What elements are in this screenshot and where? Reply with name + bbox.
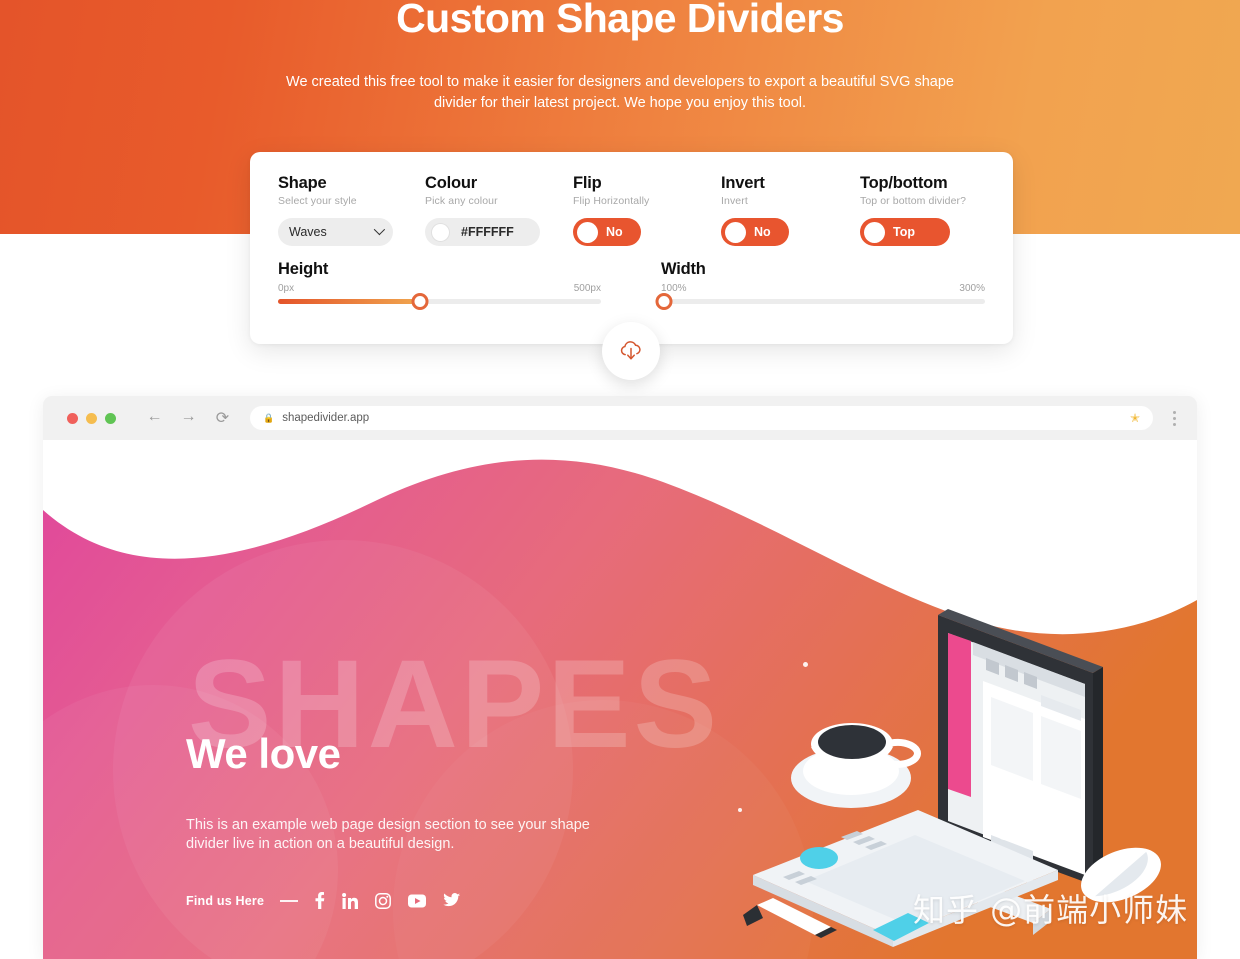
control-flip: Flip Flip Horizontally No bbox=[573, 174, 649, 248]
address-bar-url: shapedivider.app bbox=[282, 412, 370, 424]
colour-label: Colour bbox=[425, 174, 477, 192]
height-label: Height bbox=[278, 260, 329, 278]
preview-viewport: SHAPES We love This is an example web pa… bbox=[43, 440, 1197, 959]
width-label: Width bbox=[661, 260, 706, 278]
find-us-label: Find us Here bbox=[186, 893, 265, 908]
twitter-icon[interactable] bbox=[443, 893, 461, 908]
topbottom-toggle[interactable]: Top bbox=[860, 218, 950, 246]
preview-headline: We love bbox=[186, 730, 341, 777]
address-bar[interactable]: 🔒 shapedivider.app ✭ bbox=[250, 406, 1153, 430]
browser-mockup: ← → ⟳ 🔒 shapedivider.app ✭ SHAPES We lov… bbox=[43, 396, 1197, 959]
control-topbottom: Top/bottom Top or bottom divider? Top bbox=[860, 174, 966, 248]
traffic-lights bbox=[67, 412, 116, 424]
height-slider[interactable] bbox=[278, 293, 601, 310]
instagram-icon[interactable] bbox=[375, 892, 392, 909]
colour-hint: Pick any colour bbox=[425, 195, 498, 207]
arrow-left-icon[interactable]: ← bbox=[146, 408, 163, 428]
flip-toggle-knob bbox=[577, 221, 598, 243]
browser-chrome: ← → ⟳ 🔒 shapedivider.app ✭ bbox=[43, 396, 1197, 440]
topbottom-toggle-value: Top bbox=[893, 225, 915, 239]
width-range-labels: 100% 300% bbox=[661, 283, 985, 294]
control-height: Height 0px 500px bbox=[278, 260, 601, 310]
page-title: Custom Shape Dividers bbox=[396, 0, 844, 41]
page-subtitle: We created this free tool to make it eas… bbox=[286, 74, 954, 111]
width-max-label: 300% bbox=[959, 283, 985, 294]
maximize-window-icon[interactable] bbox=[105, 412, 116, 424]
reload-icon[interactable]: ⟳ bbox=[214, 408, 231, 428]
kebab-menu-icon[interactable] bbox=[1167, 410, 1181, 426]
flip-toggle-value: No bbox=[606, 225, 623, 239]
cloud-download-icon bbox=[620, 341, 641, 360]
download-button[interactable] bbox=[602, 322, 660, 380]
chevron-down-icon bbox=[373, 223, 386, 236]
control-colour: Colour Pick any colour #FFFFFF bbox=[425, 174, 540, 246]
social-row: Find us Here bbox=[186, 892, 477, 909]
height-slider-thumb[interactable] bbox=[411, 293, 429, 310]
colour-picker[interactable]: #FFFFFF bbox=[425, 218, 540, 246]
shape-label: Shape bbox=[278, 174, 327, 192]
control-invert: Invert Invert No bbox=[721, 174, 789, 248]
control-shape: Shape Select your style Waves bbox=[278, 174, 393, 246]
invert-toggle[interactable]: No bbox=[721, 218, 789, 246]
topbottom-label: Top/bottom bbox=[860, 174, 948, 192]
youtube-icon[interactable] bbox=[408, 894, 427, 908]
arrow-right-icon[interactable]: → bbox=[180, 408, 197, 428]
invert-toggle-value: No bbox=[754, 225, 771, 239]
watermark: 知乎 @前端小师妹 bbox=[913, 891, 1189, 929]
width-slider[interactable] bbox=[655, 293, 985, 310]
coffee-cup-icon bbox=[791, 723, 921, 808]
control-width: Width 100% 300% bbox=[655, 260, 985, 310]
close-window-icon[interactable] bbox=[67, 412, 78, 424]
lock-icon: 🔒 bbox=[263, 412, 275, 423]
height-range-labels: 0px 500px bbox=[278, 283, 601, 294]
invert-label: Invert bbox=[721, 174, 765, 192]
star-icon[interactable]: ✭ bbox=[1130, 411, 1140, 425]
controls-row: Shape Select your style Waves Colour Pic… bbox=[250, 152, 1013, 252]
invert-hint: Invert bbox=[721, 195, 748, 207]
browser-nav-buttons: ← → ⟳ bbox=[146, 408, 231, 428]
shape-select-value: Waves bbox=[289, 225, 327, 239]
controls-card: Shape Select your style Waves Colour Pic… bbox=[250, 152, 1013, 344]
flip-hint: Flip Horizontally bbox=[573, 195, 650, 207]
height-min-label: 0px bbox=[278, 283, 295, 294]
linkedin-icon[interactable] bbox=[342, 892, 359, 909]
invert-toggle-knob bbox=[725, 221, 746, 243]
shape-hint: Select your style bbox=[278, 195, 357, 207]
width-slider-thumb[interactable] bbox=[655, 293, 673, 310]
colour-value: #FFFFFF bbox=[461, 225, 514, 239]
preview-paragraph: This is an example web page design secti… bbox=[186, 817, 590, 852]
facebook-icon[interactable] bbox=[314, 892, 325, 909]
topbottom-toggle-knob bbox=[864, 221, 885, 243]
flip-toggle[interactable]: No bbox=[573, 218, 641, 246]
minimize-window-icon[interactable] bbox=[86, 412, 97, 424]
topbottom-hint: Top or bottom divider? bbox=[860, 195, 967, 207]
shape-select[interactable]: Waves bbox=[278, 218, 393, 246]
flip-label: Flip bbox=[573, 174, 602, 192]
height-max-label: 500px bbox=[573, 283, 601, 294]
height-slider-fill bbox=[278, 299, 421, 304]
colour-swatch-icon bbox=[432, 223, 449, 241]
divider-dash bbox=[280, 899, 299, 902]
